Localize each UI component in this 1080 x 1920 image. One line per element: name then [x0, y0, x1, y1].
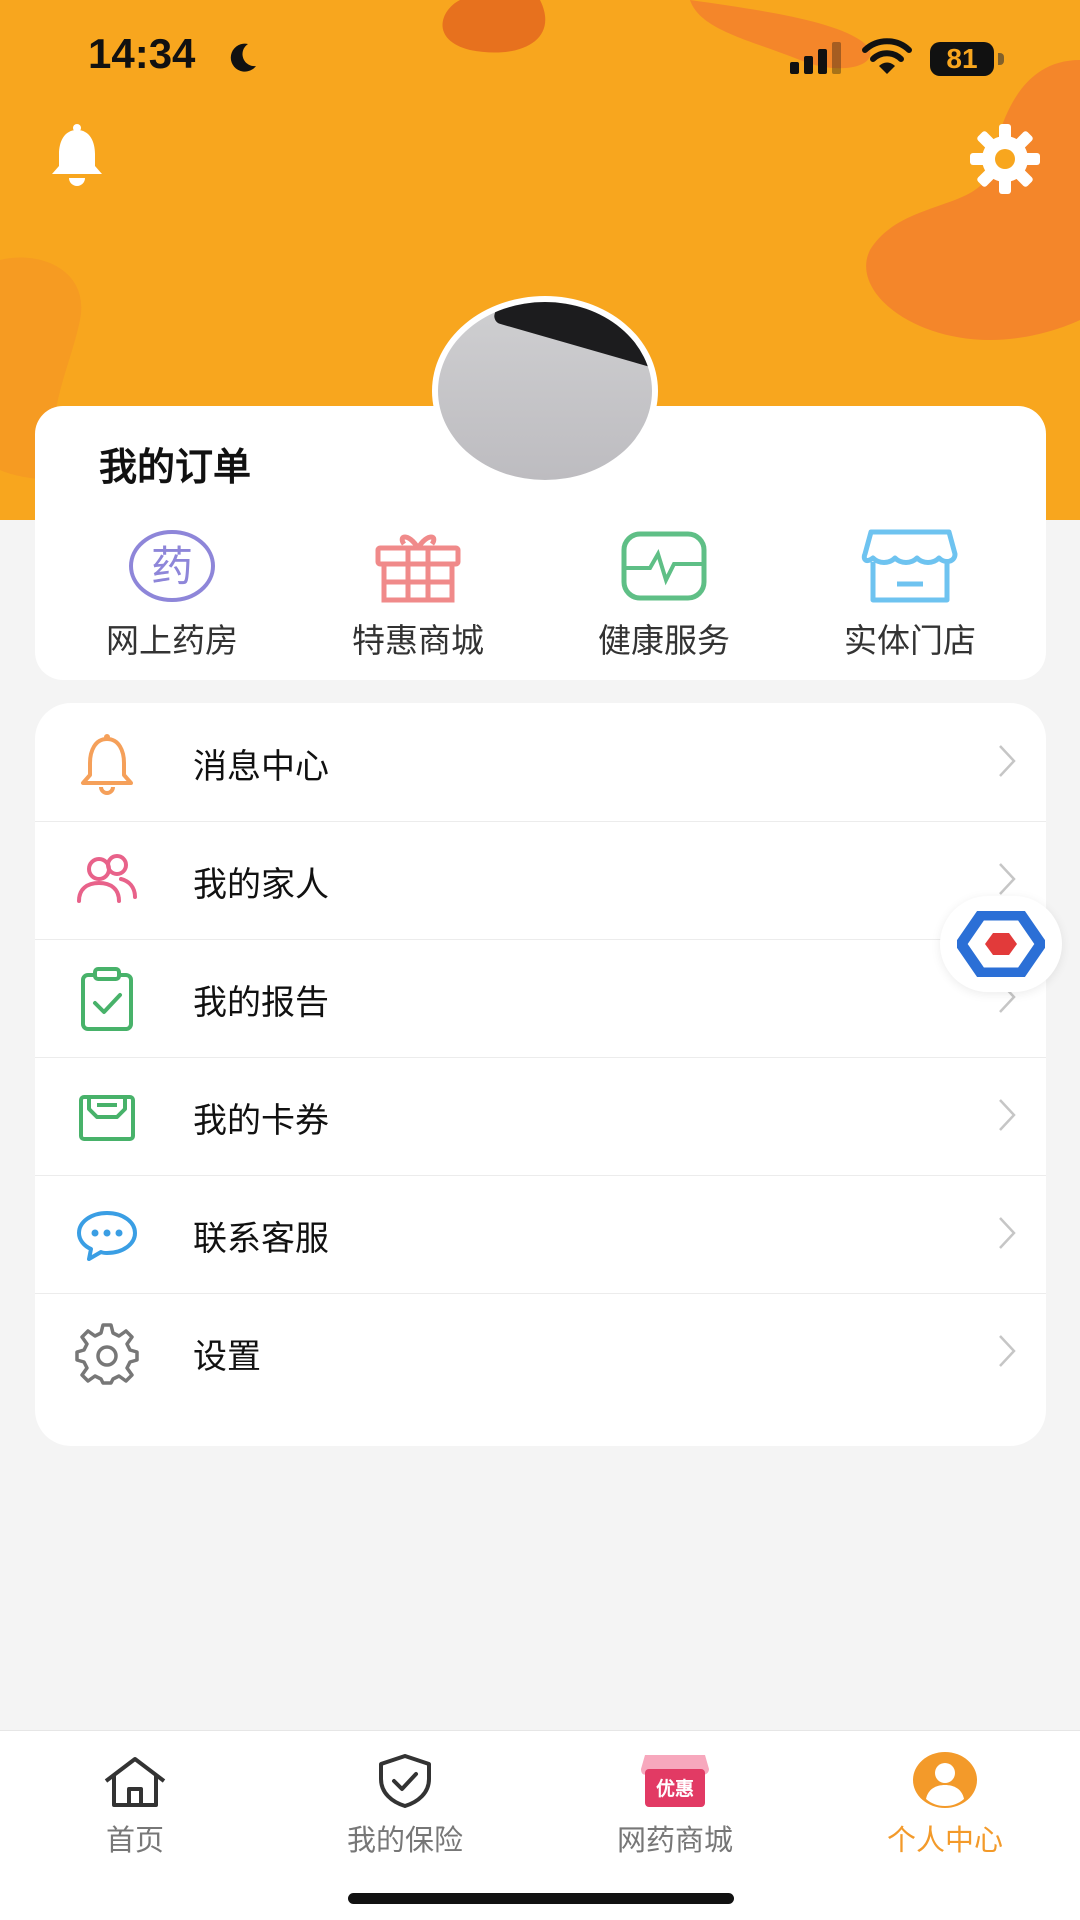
wifi-icon [862, 38, 912, 74]
pharmacy-icon: 药 [129, 530, 215, 602]
chevron-right-icon [999, 745, 1016, 777]
tab-home[interactable]: 首页 [0, 1745, 270, 1859]
floating-assistant-button[interactable] [940, 896, 1062, 992]
menu-item-label: 联系客服 [193, 1219, 329, 1259]
avatar[interactable] [432, 296, 658, 486]
coupon-icon [79, 1095, 135, 1141]
menu-item-my-reports[interactable]: 我的报告 [35, 939, 1046, 1058]
status-time: 14:34 [88, 30, 196, 77]
order-item-label: 特惠商城 [352, 621, 484, 660]
order-item-label: 健康服务 [598, 621, 730, 660]
tab-label: 首页 [105, 1823, 164, 1857]
order-item-label: 网上药房 [106, 621, 238, 660]
mall-icon: 优惠 [641, 1755, 709, 1807]
person-icon [913, 1752, 977, 1808]
battery-indicator: 81 [930, 42, 994, 76]
bell-icon [81, 734, 133, 795]
home-icon [104, 1757, 166, 1807]
chevron-right-icon [999, 863, 1016, 895]
menu-item-label: 我的家人 [193, 865, 329, 905]
menu-item-my-family[interactable]: 我的家人 [35, 821, 1046, 940]
menu-item-message-center[interactable]: 消息中心 [35, 703, 1046, 822]
tab-personal-center[interactable]: 个人中心 [810, 1745, 1080, 1859]
health-monitor-icon [621, 531, 707, 601]
signal-icon [790, 42, 841, 74]
menu-item-contact-support[interactable]: 联系客服 [35, 1175, 1046, 1294]
menu-item-label: 我的卡券 [193, 1101, 329, 1141]
tab-online-pharmacy-mall[interactable]: 优惠 网药商城 [540, 1745, 810, 1859]
battery-cap [998, 53, 1004, 65]
menu-list: 消息中心 我的家人 我的报告 我的卡券 联系客服 设置 [35, 703, 1046, 1446]
notification-bell-icon[interactable] [48, 124, 106, 188]
hexagon-logo-icon [957, 911, 1045, 977]
pharmacy-icon-glyph: 药 [151, 542, 193, 591]
menu-item-label: 消息中心 [193, 747, 329, 787]
order-item-label: 实体门店 [844, 621, 976, 660]
menu-item-my-coupons[interactable]: 我的卡券 [35, 1057, 1046, 1176]
tab-label: 网药商城 [616, 1823, 733, 1857]
menu-item-settings[interactable]: 设置 [35, 1293, 1046, 1411]
status-bar: 14:34 81 [0, 0, 1080, 110]
moon-icon [230, 43, 256, 72]
tab-label: 我的保险 [346, 1823, 463, 1857]
tab-label: 个人中心 [886, 1823, 1003, 1857]
chat-icon [77, 1211, 137, 1261]
settings-gear-icon[interactable] [970, 124, 1040, 194]
screen: 14:34 81 我的订单 药 网上药房 特惠商城 健康服务 实体门店 消息中心… [0, 0, 1080, 1920]
home-indicator [348, 1893, 734, 1904]
shield-icon [379, 1754, 431, 1808]
mall-icon-badge: 优惠 [656, 1777, 694, 1800]
order-item-health-service[interactable]: 健康服务 [549, 524, 779, 662]
chevron-right-icon [999, 1335, 1016, 1367]
order-item-physical-store[interactable]: 实体门店 [795, 524, 1025, 662]
orders-title: 我的订单 [99, 445, 252, 489]
family-icon [77, 854, 137, 903]
bottom-tab-bar: 首页 我的保险 优惠 网药商城 个人中心 [0, 1730, 1080, 1920]
menu-item-label: 我的报告 [193, 983, 329, 1023]
chevron-right-icon [999, 1217, 1016, 1249]
report-icon [81, 967, 133, 1031]
avatar-photo-detail [492, 302, 652, 380]
chevron-right-icon [999, 1099, 1016, 1131]
gear-icon [75, 1323, 139, 1385]
menu-item-label: 设置 [193, 1337, 261, 1377]
tab-my-insurance[interactable]: 我的保险 [270, 1745, 540, 1859]
gift-icon [375, 534, 461, 603]
order-item-deals-mall[interactable]: 特惠商城 [303, 524, 533, 662]
store-icon [861, 529, 958, 603]
order-item-pharmacy[interactable]: 药 网上药房 [57, 524, 287, 662]
